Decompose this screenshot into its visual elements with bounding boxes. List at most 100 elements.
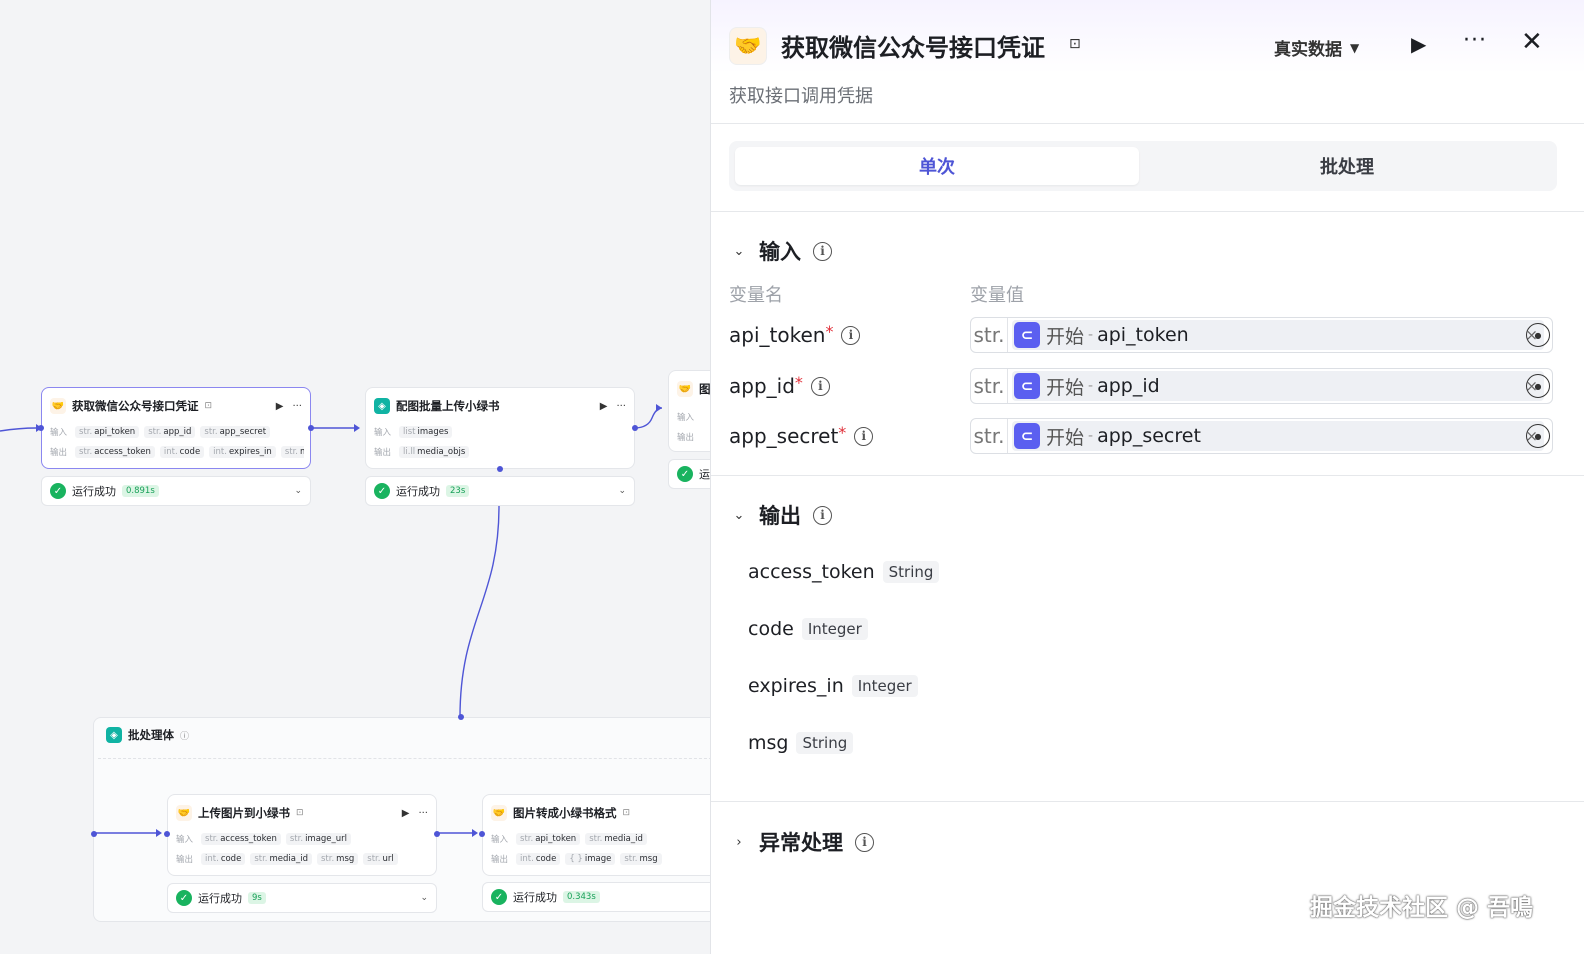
output-pill: { } image: [565, 853, 616, 865]
edge-arrow: [354, 424, 360, 432]
run-icon[interactable]: ▶: [1411, 32, 1426, 56]
run-node-icon[interactable]: ▶: [402, 808, 410, 819]
output-pill: int. code: [159, 446, 205, 458]
input-section-header[interactable]: ⌄ 输入 i: [731, 236, 832, 266]
input-handle[interactable]: [479, 831, 485, 837]
reference-picker-icon[interactable]: ●: [1526, 424, 1550, 448]
data-mode-select[interactable]: 真实数据 ▼: [1274, 35, 1359, 60]
handshake-icon: 🤝: [677, 381, 693, 397]
reference-picker-icon[interactable]: ●: [1526, 374, 1550, 398]
more-icon[interactable]: ···: [418, 808, 428, 819]
check-icon: ✓: [176, 890, 192, 906]
node-image-to-format[interactable]: 🤝 图片转成小绿书格式 ⊡ 输入 str. api_token str. media…: [479, 794, 712, 876]
info-icon[interactable]: i: [810, 376, 830, 396]
error-section-header[interactable]: › 异常处理 i: [731, 827, 874, 857]
variable-reference[interactable]: ⊂ 开始 - api_token ×: [1012, 320, 1544, 350]
input-handle[interactable]: [164, 831, 170, 837]
input-pill: str. app_id: [144, 426, 196, 438]
var-value-field[interactable]: str. ⊂ 开始 - app_id ×: [970, 368, 1553, 404]
output-var-type: String: [796, 732, 854, 754]
output-var-type: Integer: [801, 618, 868, 640]
output-var-row: access_token String: [748, 561, 940, 583]
info-icon[interactable]: i: [855, 832, 874, 852]
tab-batch[interactable]: 批处理: [1145, 147, 1549, 185]
variable-reference[interactable]: ⊂ 开始 - app_secret ×: [1012, 421, 1544, 451]
output-var-type: Integer: [851, 675, 918, 697]
node-title: 配图批量上传小绿书: [396, 399, 500, 413]
outputs-label: 输出: [677, 433, 695, 443]
node-upload-image[interactable]: 🤝 上传图片到小绿书 ⊡ ▶ ··· 输入 str. access_token s…: [164, 794, 440, 876]
chevron-down-icon[interactable]: ⌄: [731, 244, 747, 259]
ref-separator: -: [1088, 428, 1094, 444]
run-node-icon[interactable]: ▶: [276, 401, 284, 412]
section-title: 输出: [759, 504, 801, 528]
outputs-label: 输出: [374, 448, 392, 458]
var-value-field[interactable]: str. ⊂ 开始 - api_token ×: [970, 317, 1553, 353]
info-icon[interactable]: i: [813, 505, 832, 525]
col-header-value: 变量值: [970, 285, 1024, 306]
node-batch-upload-images[interactable]: ◈ 配图批量上传小绿书 ▶ ··· 输入 list images 输出 li.ll…: [365, 387, 638, 472]
output-section-header[interactable]: ⌄ 输出 i: [731, 500, 832, 530]
var-value-field[interactable]: str. ⊂ 开始 - app_secret ×: [970, 418, 1553, 454]
chevron-down-icon[interactable]: ⌄: [294, 486, 302, 496]
type-selector[interactable]: str.: [971, 419, 1008, 453]
variable-reference[interactable]: ⊂ 开始 - app_id ×: [1012, 371, 1544, 401]
caret-down-icon: ▼: [1350, 40, 1360, 55]
close-icon[interactable]: ✕: [1521, 27, 1543, 57]
status-text: 运行成功: [513, 891, 557, 904]
inputs-label: 输入: [176, 835, 194, 845]
time-badge: 0.891s: [122, 485, 159, 497]
output-var-row: code Integer: [748, 618, 868, 640]
outputs-label: 输出: [176, 855, 194, 865]
node-status-bar[interactable]: ✓ 运行成功 0.343s: [482, 882, 712, 912]
var-name-text: app_secret: [729, 424, 839, 448]
inputs-label: 输入: [491, 835, 509, 845]
run-node-icon[interactable]: ▶: [600, 401, 608, 412]
output-handle[interactable]: [308, 425, 314, 431]
panel-title: 获取微信公众号接口凭证: [781, 34, 1045, 62]
type-selector[interactable]: str.: [971, 318, 1008, 352]
info-icon[interactable]: i: [841, 325, 861, 345]
output-pill: str.msg: [280, 446, 304, 458]
node-badge-icon: ⊡: [204, 401, 213, 411]
node-status-bar[interactable]: ✓ 运行成功 0.891s ⌄: [41, 476, 311, 506]
output-var-type: String: [882, 561, 940, 583]
node-status-bar[interactable]: ✓ 运: [668, 459, 712, 489]
required-mark: *: [838, 422, 847, 442]
var-name-text: api_token: [729, 323, 826, 347]
output-var-name: access_token: [748, 561, 875, 583]
batch-start-handle[interactable]: [91, 831, 97, 837]
info-icon[interactable]: i: [854, 426, 874, 446]
node-status-bar[interactable]: ✓ 运行成功 9s ⌄: [167, 883, 437, 913]
input-pill: str. media_id: [585, 833, 647, 845]
info-icon[interactable]: ⓘ: [180, 729, 189, 742]
output-handle[interactable]: [434, 831, 440, 837]
chevron-down-icon[interactable]: ⌄: [420, 893, 428, 903]
type-selector[interactable]: str.: [971, 369, 1008, 403]
node-status-bar[interactable]: ✓ 运行成功 23s ⌄: [365, 476, 635, 506]
inputs-label: 输入: [677, 413, 695, 423]
input-pill: str. api_token: [516, 833, 581, 845]
output-handle[interactable]: [632, 425, 638, 431]
output-pill: str.msg: [316, 853, 359, 865]
batch-top-handle[interactable]: [458, 714, 464, 720]
info-icon[interactable]: i: [813, 241, 832, 261]
reference-picker-icon[interactable]: ●: [1526, 323, 1550, 347]
data-mode-label: 真实数据: [1274, 40, 1342, 60]
node-get-wechat-credential[interactable]: 🤝 获取微信公众号接口凭证 ⊡ ▶ ··· 输入 str. api_token s…: [38, 387, 314, 469]
node-partial[interactable]: 🤝 图 输入 输出: [668, 370, 712, 452]
required-mark: *: [794, 372, 803, 392]
check-icon: ✓: [50, 483, 66, 499]
chevron-down-icon[interactable]: ⌄: [618, 486, 626, 496]
chevron-down-icon[interactable]: ⌄: [731, 508, 747, 523]
more-icon[interactable]: ···: [1463, 28, 1487, 53]
input-handle[interactable]: [38, 425, 44, 431]
tab-single[interactable]: 单次: [735, 147, 1139, 185]
node-inputs: 输入 str. api_token str. media_id: [491, 833, 712, 845]
status-text: 运行成功: [396, 485, 440, 498]
more-icon[interactable]: ···: [292, 401, 302, 412]
chevron-right-icon[interactable]: ›: [731, 835, 747, 850]
workflow-canvas[interactable]: 🤝 获取微信公众号接口凭证 ⊡ ▶ ··· 输入 str. api_token s…: [0, 0, 712, 954]
batch-handle[interactable]: [497, 466, 503, 472]
more-icon[interactable]: ···: [616, 401, 626, 412]
